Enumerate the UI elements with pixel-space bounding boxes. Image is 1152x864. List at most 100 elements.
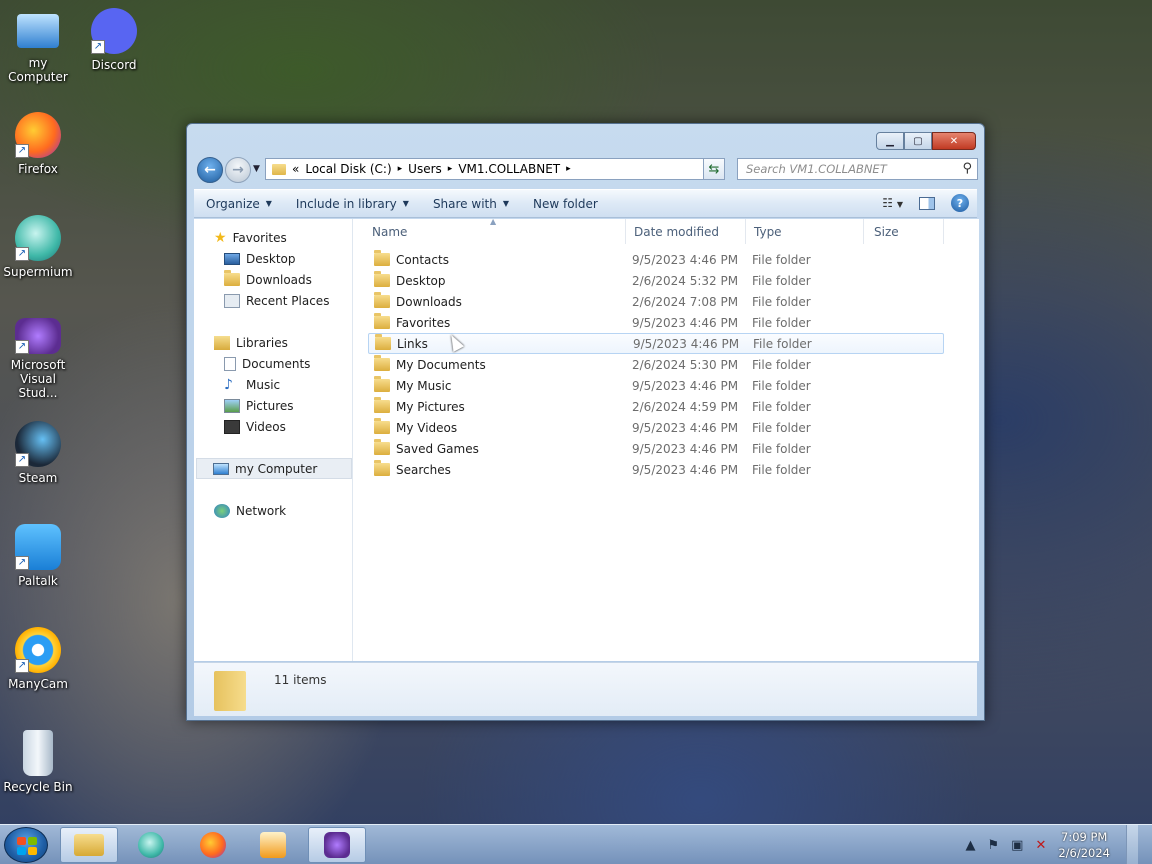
taskbar-media-player[interactable] xyxy=(244,827,302,863)
show-desktop-button[interactable] xyxy=(1126,825,1138,864)
network-icon xyxy=(214,503,230,518)
nav-pictures[interactable]: Pictures xyxy=(224,395,294,416)
command-bar: Organize ▼ Include in library ▼ Share with… xyxy=(194,189,977,218)
nav-desktop[interactable]: Desktop xyxy=(224,248,296,269)
clock[interactable]: 7:09 PM 2/6/2024 xyxy=(1058,829,1110,861)
nav-libraries[interactable]: Libraries xyxy=(214,332,288,353)
nav-my-computer[interactable]: my Computer xyxy=(196,458,352,479)
action-center-flag-icon[interactable]: ⚑ xyxy=(987,838,999,853)
address-bar[interactable]: « Local Disk (C:) ▸ Users ▸ VM1.COLLABNE… xyxy=(265,158,725,180)
nav-documents[interactable]: Documents xyxy=(224,353,310,374)
folder-icon xyxy=(374,271,390,287)
file-row-favorites[interactable]: Favorites 9/5/2023 4:46 PM File folder xyxy=(368,312,944,333)
desktop-icon-my-computer[interactable]: my Computer xyxy=(0,10,76,84)
nav-favorites[interactable]: ★ Favorites xyxy=(214,227,287,248)
nav-videos[interactable]: Videos xyxy=(224,416,286,437)
taskbar-explorer[interactable] xyxy=(60,827,118,863)
minimize-button[interactable]: ▁ xyxy=(876,132,904,150)
view-controls: ☷ ▼ ? xyxy=(882,194,969,212)
desktop-icon-paltalk[interactable]: ↗ Paltalk xyxy=(0,524,76,588)
folder-icon xyxy=(74,834,104,856)
refresh-button[interactable]: ⇆ xyxy=(703,158,725,180)
search-input[interactable]: Search VM1.COLLABNET ⚲ xyxy=(737,158,978,180)
share-with-button[interactable]: Share with ▼ xyxy=(421,197,521,211)
folder-icon xyxy=(272,163,286,175)
nav-recent-places[interactable]: Recent Places xyxy=(224,290,329,311)
file-row-desktop[interactable]: Desktop 2/6/2024 5:32 PM File folder xyxy=(368,270,944,291)
taskbar-supermium[interactable] xyxy=(122,827,180,863)
column-header-name[interactable]: Name ▲ xyxy=(354,217,626,244)
column-header-size[interactable]: Size xyxy=(864,219,944,244)
music-icon: ♪ xyxy=(224,376,233,393)
desktop-icon-steam[interactable]: ↗ Steam xyxy=(0,421,76,485)
recent-pages-dropdown[interactable]: ▼ xyxy=(253,164,260,174)
file-row-my-videos[interactable]: My Videos 9/5/2023 4:46 PM File folder xyxy=(368,417,944,438)
desktop-icon-manycam[interactable]: ↗ ManyCam xyxy=(0,627,76,691)
nav-network[interactable]: Network xyxy=(214,500,286,521)
downloads-folder-icon xyxy=(224,270,240,286)
column-header-date-modified[interactable]: Date modified xyxy=(626,219,746,244)
supermium-icon: ↗ xyxy=(15,215,61,261)
explorer-window[interactable]: ▁ ▢ ✕ ← → ▼ « Local Disk (C:) ▸ Users ▸ … xyxy=(186,123,985,721)
breadcrumb-separator[interactable]: ▸ xyxy=(566,164,571,174)
start-button[interactable] xyxy=(4,827,48,863)
desktop-icon-firefox[interactable]: ↗ Firefox xyxy=(0,112,76,176)
breadcrumb-vm1-collabnet[interactable]: VM1.COLLABNET xyxy=(458,162,560,176)
file-row-downloads[interactable]: Downloads 2/6/2024 7:08 PM File folder xyxy=(368,291,944,312)
item-count: 11 items xyxy=(274,673,327,687)
address-chevron[interactable]: « xyxy=(292,162,299,176)
file-row-my-music[interactable]: My Music 9/5/2023 4:46 PM File folder xyxy=(368,375,944,396)
help-icon[interactable]: ? xyxy=(951,194,969,212)
breadcrumb-separator[interactable]: ▸ xyxy=(448,164,453,174)
star-icon: ★ xyxy=(214,229,227,246)
taskbar-visual-studio[interactable] xyxy=(308,827,366,863)
desktop-icon-visual-studio[interactable]: ↗ Microsoft Visual Stud... xyxy=(0,318,76,400)
network-icon[interactable]: ▣ xyxy=(1011,838,1023,853)
new-folder-button[interactable]: New folder xyxy=(521,197,610,211)
folder-icon xyxy=(214,671,246,711)
show-hidden-icons-button[interactable]: ▲ xyxy=(965,838,975,853)
volume-muted-icon[interactable]: ✕ xyxy=(1035,838,1046,853)
file-row-saved-games[interactable]: Saved Games 9/5/2023 4:46 PM File folder xyxy=(368,438,944,459)
folder-icon xyxy=(374,439,390,455)
taskbar-firefox[interactable] xyxy=(184,827,242,863)
file-row-contacts[interactable]: Contacts 9/5/2023 4:46 PM File folder xyxy=(368,249,944,270)
discord-icon: ↗ xyxy=(91,8,137,54)
visual-studio-icon xyxy=(324,832,350,858)
media-player-icon xyxy=(260,832,286,858)
back-button[interactable]: ← xyxy=(197,157,223,183)
file-row-my-documents[interactable]: My Documents 2/6/2024 5:30 PM File folder xyxy=(368,354,944,375)
file-row-searches[interactable]: Searches 9/5/2023 4:46 PM File folder xyxy=(368,459,944,480)
folder-icon xyxy=(374,376,390,392)
file-list: Name ▲ Date modified Type Size Contacts 9/… xyxy=(354,217,979,661)
desktop-icon-supermium[interactable]: ↗ Supermium xyxy=(0,215,76,279)
chevron-down-icon: ▼ xyxy=(402,199,409,208)
navigation-pane: ★ Favorites Desktop Downloads Recent Plac… xyxy=(194,219,353,661)
file-row-my-pictures[interactable]: My Pictures 2/6/2024 4:59 PM File folder xyxy=(368,396,944,417)
manycam-icon: ↗ xyxy=(15,627,61,673)
nav-downloads[interactable]: Downloads xyxy=(224,269,312,290)
recent-places-icon xyxy=(224,293,240,308)
firefox-icon xyxy=(200,832,226,858)
desktop-icon-recycle-bin[interactable]: Recycle Bin xyxy=(0,730,76,794)
videos-icon xyxy=(224,419,240,434)
column-header-type[interactable]: Type xyxy=(746,219,864,244)
chevron-down-icon: ▼ xyxy=(502,199,509,208)
include-in-library-button[interactable]: Include in library ▼ xyxy=(284,197,421,211)
content-area: ★ Favorites Desktop Downloads Recent Plac… xyxy=(194,217,979,661)
desktop-icon xyxy=(224,252,240,265)
taskbar: ▲ ⚑ ▣ ✕ 7:09 PM 2/6/2024 xyxy=(0,824,1152,864)
forward-button[interactable]: → xyxy=(225,157,251,183)
desktop-icon-discord[interactable]: ↗ Discord xyxy=(76,8,152,72)
organize-button[interactable]: Organize ▼ xyxy=(194,197,284,211)
close-button[interactable]: ✕ xyxy=(932,132,976,150)
breadcrumb-separator[interactable]: ▸ xyxy=(398,164,403,174)
breadcrumb-users[interactable]: Users xyxy=(408,162,442,176)
breadcrumb-local-disk[interactable]: Local Disk (C:) xyxy=(305,162,391,176)
maximize-button[interactable]: ▢ xyxy=(904,132,932,150)
change-view-button[interactable]: ☷ ▼ xyxy=(882,196,903,210)
search-icon[interactable]: ⚲ xyxy=(962,161,972,176)
preview-pane-button[interactable] xyxy=(919,196,935,210)
navigation-bar: ← → ▼ « Local Disk (C:) ▸ Users ▸ VM1.CO… xyxy=(195,157,978,183)
nav-music[interactable]: ♪ Music xyxy=(224,374,280,395)
